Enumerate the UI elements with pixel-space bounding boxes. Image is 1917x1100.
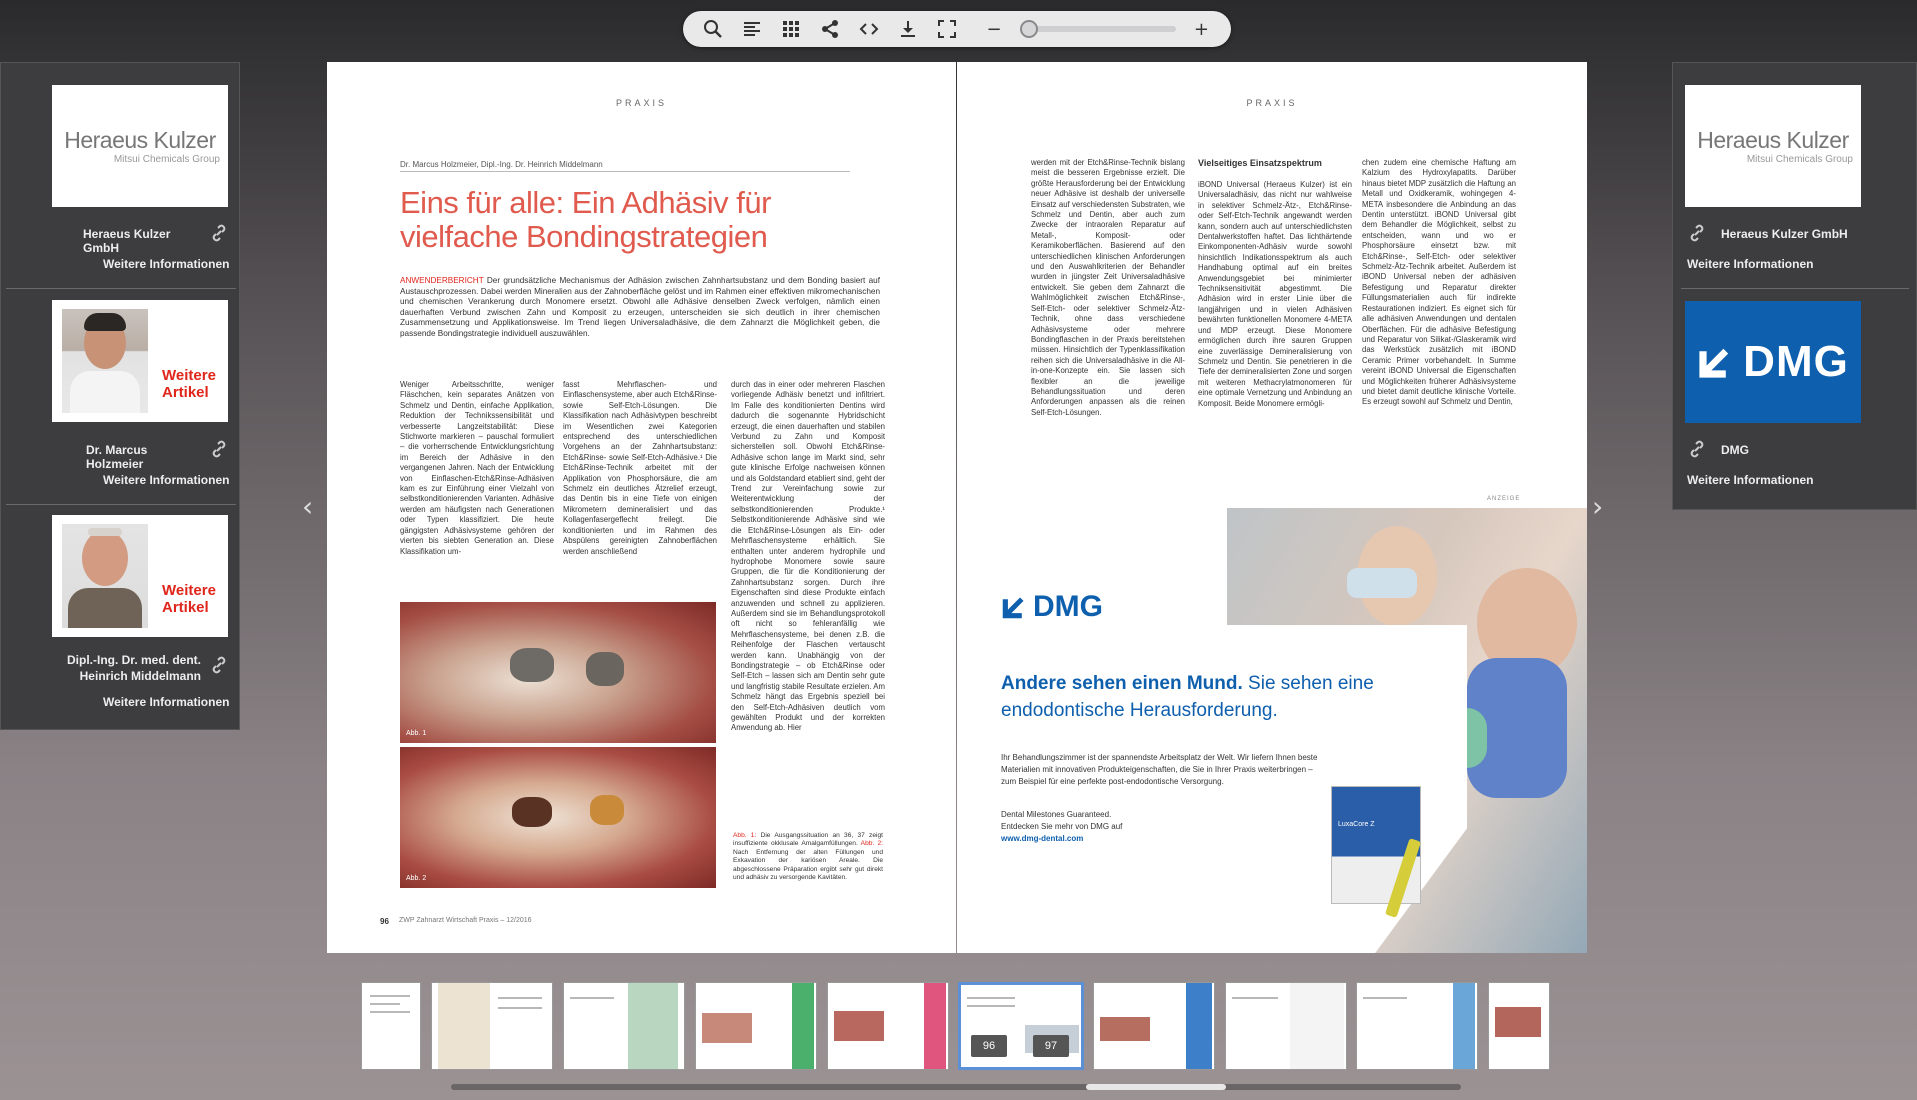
sponsor-name[interactable]: Heraeus Kulzer GmbH: [1721, 227, 1861, 241]
contents-icon[interactable]: [732, 15, 771, 43]
ad-label: ANZEIGE: [1487, 496, 1521, 502]
thumbnail-page[interactable]: [1488, 982, 1550, 1070]
divider: [6, 288, 236, 289]
section-label: PRAXIS: [1246, 98, 1298, 108]
thumbnail-spread[interactable]: [431, 982, 553, 1070]
thumbnail-spread[interactable]: [827, 982, 949, 1070]
thumbnail-spread[interactable]: [1356, 982, 1478, 1070]
thumbnail-spread[interactable]: [1225, 982, 1347, 1070]
dmg-arrow-icon: [1699, 348, 1729, 378]
heraeus-logo-text: Heraeus Kulzer: [64, 127, 216, 153]
magazine-page-left[interactable]: PRAXIS Dr. Marcus Holzmeier, Dipl.-Ing. …: [327, 62, 956, 953]
sponsor-name[interactable]: Heraeus Kulzer GmbH: [83, 227, 203, 255]
grid-icon[interactable]: [771, 15, 810, 43]
search-icon[interactable]: [693, 15, 732, 43]
sponsor-more-link[interactable]: Weitere Informationen: [1687, 257, 1813, 271]
thumbnail-spread[interactable]: [563, 982, 685, 1070]
zoom-slider[interactable]: [1019, 20, 1176, 38]
share-icon[interactable]: [810, 15, 849, 43]
article-title: Eins für alle: Ein Adhäsiv für vielfache…: [400, 185, 771, 254]
divider: [6, 504, 236, 505]
download-icon[interactable]: [888, 15, 927, 43]
zoom-slider-knob[interactable]: [1019, 20, 1038, 38]
article-lead: ANWENDERBERICHT Der grundsätzliche Mecha…: [400, 276, 880, 340]
zoom-in-button[interactable]: +: [1182, 15, 1221, 43]
dmg-logo[interactable]: DMG: [1685, 301, 1861, 423]
page-footer: ZWP Zahnarzt Wirtschaft Praxis – 12/2016: [399, 917, 532, 924]
link-icon[interactable]: [209, 439, 229, 459]
toolbar: − +: [683, 11, 1231, 47]
sponsor-more-link[interactable]: Weitere Informationen: [103, 257, 229, 271]
figure-captions: Abb. 1: Die Ausgangssituation an 36, 37 …: [733, 832, 883, 882]
article-col-1: werden mit der Etch&Rinse-Technik bislan…: [1031, 158, 1185, 417]
ad-body: Ihr Behandlungszimmer ist der spannendst…: [1001, 753, 1318, 786]
lead-text: Der grundsätzliche Mechanismus der Adhäs…: [400, 276, 880, 338]
link-icon[interactable]: [209, 655, 229, 675]
thumbnail-page-number: 97: [1033, 1035, 1069, 1057]
ad-dmg-logo: DMG: [1001, 590, 1103, 624]
divider: [1681, 288, 1909, 289]
right-info-panel: Heraeus Kulzer Mitsui Chemicals Group He…: [1672, 62, 1917, 510]
author2-photo: [62, 524, 148, 628]
column-heading: Vielseitiges Einsatzspektrum: [1198, 158, 1322, 168]
thumbnail-scrollbar[interactable]: [451, 1084, 1461, 1090]
left-info-panel: Heraeus Kulzer Mitsui Chemicals Group He…: [0, 62, 240, 730]
author2-more-articles[interactable]: Weitere Artikel: [162, 582, 228, 616]
figure-2-label: Abb. 2: [406, 875, 427, 882]
author2-name[interactable]: Dipl.-Ing. Dr. med. dent. Heinrich Midde…: [21, 652, 201, 684]
figure-2-image: Abb. 2: [400, 747, 716, 888]
thumbnail-spread[interactable]: [1093, 982, 1215, 1070]
author2-card[interactable]: Weitere Artikel: [52, 515, 228, 637]
dmg-name[interactable]: DMG: [1721, 443, 1749, 457]
ad-tagline: Dental Milestones Guaranteed. Entdecken S…: [1001, 810, 1123, 843]
dmg-logo-text: DMG: [1743, 337, 1849, 386]
lead-tag: ANWENDERBERICHT: [400, 276, 484, 285]
article-col-3: durch das in einer oder mehreren Flasche…: [731, 380, 885, 733]
dmg-advertisement[interactable]: DMG Andere sehen einen Mund. Sie sehen e…: [957, 508, 1587, 953]
link-icon[interactable]: [1687, 223, 1707, 243]
magazine-page-right[interactable]: PRAXIS werden mit der Etch&Rinse-Technik…: [957, 62, 1587, 953]
dmg-more-link[interactable]: Weitere Informationen: [1687, 473, 1813, 487]
heraeus-logo-sub: Mitsui Chemicals Group: [1746, 154, 1853, 165]
heraeus-kulzer-logo[interactable]: Heraeus Kulzer Mitsui Chemicals Group: [52, 85, 228, 207]
prev-page-arrow[interactable]: ‹: [302, 490, 326, 523]
thumbnail-spread[interactable]: [695, 982, 817, 1070]
link-icon[interactable]: [1687, 439, 1707, 459]
next-page-arrow[interactable]: ›: [1592, 490, 1616, 523]
page-number: 96: [380, 917, 389, 926]
heraeus-kulzer-logo[interactable]: Heraeus Kulzer Mitsui Chemicals Group: [1685, 85, 1861, 207]
fullscreen-icon[interactable]: [927, 15, 966, 43]
heraeus-logo-sub: Mitsui Chemicals Group: [113, 154, 220, 165]
article-col-1: Weniger Arbeitsschritte, weniger Fläschc…: [400, 380, 554, 556]
thumbnail-current-spread[interactable]: 96 97: [958, 982, 1084, 1070]
zoom-out-button[interactable]: −: [975, 15, 1014, 43]
author2-more-link[interactable]: Weitere Informationen: [103, 695, 229, 709]
author1-more-link[interactable]: Weitere Informationen: [103, 473, 229, 487]
thumbnail-page[interactable]: [361, 982, 421, 1070]
thumbnail-page-number: 96: [971, 1035, 1007, 1057]
article-col-2: iBOND Universal (Heraeus Kulzer) ist ein…: [1198, 180, 1352, 408]
author1-card[interactable]: Weitere Artikel: [52, 300, 228, 422]
section-label: PRAXIS: [615, 98, 667, 108]
thumbnail-scrollbar-thumb[interactable]: [1086, 1084, 1226, 1090]
link-icon[interactable]: [209, 223, 229, 243]
heraeus-logo-text: Heraeus Kulzer: [1697, 127, 1849, 153]
article-col-2: fasst Mehrflaschen- und Einflaschensyste…: [563, 380, 717, 556]
figure-1-label: Abb. 1: [406, 730, 427, 737]
embed-icon[interactable]: [849, 15, 888, 43]
article-authors: Dr. Marcus Holzmeier, Dipl.-Ing. Dr. Hei…: [400, 160, 850, 172]
author1-more-articles[interactable]: Weitere Artikel: [162, 367, 228, 401]
author1-photo: [62, 309, 148, 413]
article-col-3: chen zudem eine chemische Haftung am Kal…: [1362, 158, 1516, 407]
figure-1-image: Abb. 1: [400, 602, 716, 743]
ad-headline: Andere sehen einen Mund. Sie sehen eine …: [1001, 673, 1374, 721]
author1-name[interactable]: Dr. Marcus Holzmeier: [86, 443, 206, 471]
